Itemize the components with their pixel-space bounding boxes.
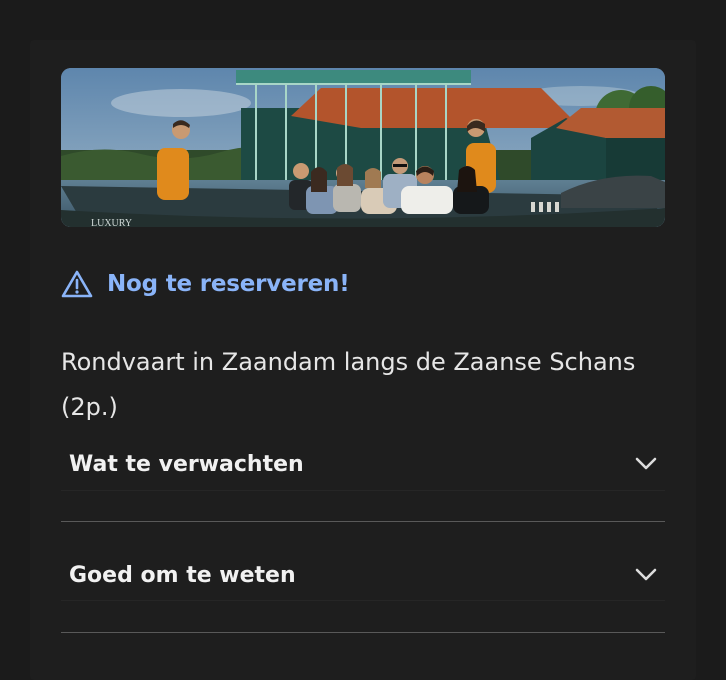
reservation-notice-text: Nog te reserveren! — [107, 271, 350, 297]
accordion-what-to-expect[interactable]: Wat te verwachten — [61, 438, 665, 490]
chevron-down-icon — [635, 568, 657, 581]
accordion-hairline — [61, 490, 665, 491]
accordion-good-to-know[interactable]: Goed om te weten — [61, 549, 665, 601]
reservation-notice: Nog te reserveren! — [61, 268, 350, 300]
accordion-label: Wat te verwachten — [69, 451, 304, 477]
product-title: Rondvaart in Zaandam langs de Zaanse Sch… — [61, 348, 636, 421]
hero-image: LUXURY — [61, 68, 665, 227]
chevron-down-icon — [635, 457, 657, 470]
warning-triangle-icon — [61, 270, 93, 298]
accordion-label: Goed om te weten — [69, 562, 296, 588]
divider — [61, 521, 665, 522]
boat-lettering: LUXURY — [91, 218, 132, 227]
accordion-hairline — [61, 600, 665, 601]
divider — [61, 632, 665, 633]
